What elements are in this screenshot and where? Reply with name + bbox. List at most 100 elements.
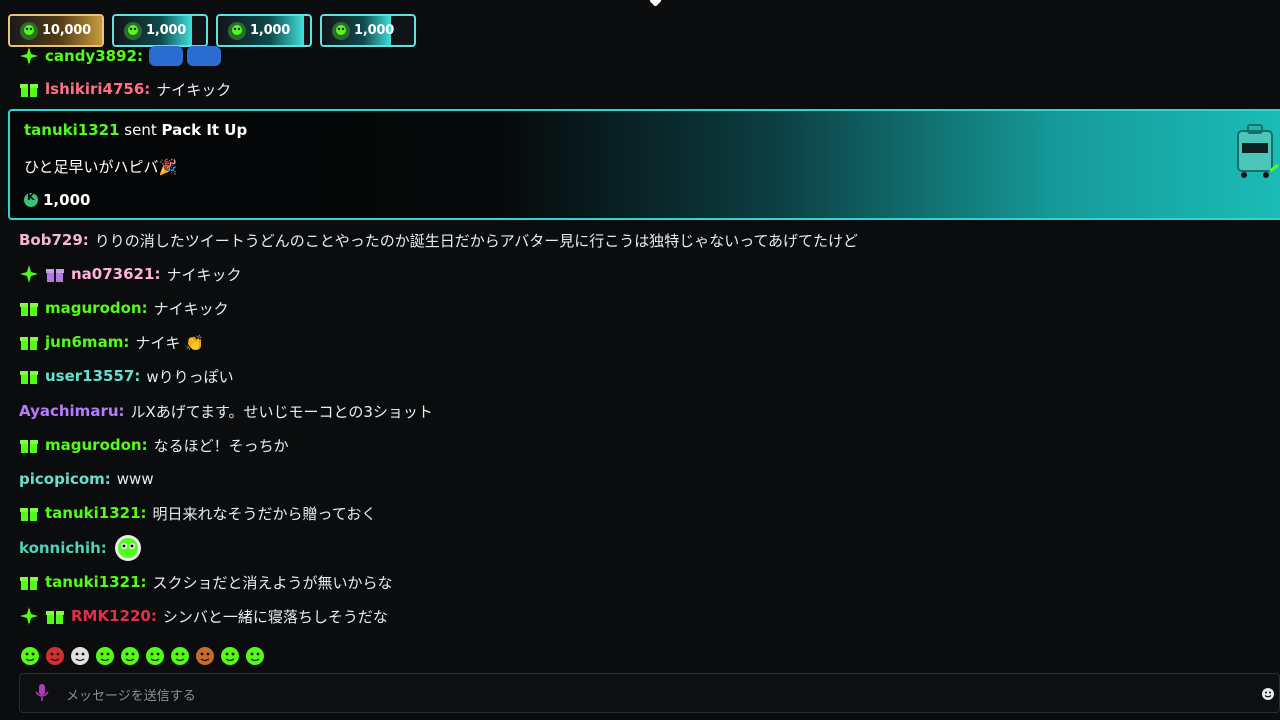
chat-username[interactable]: picopicom [19, 470, 105, 488]
gift-avatar-icon [19, 21, 39, 41]
chat-colon: : [82, 231, 89, 249]
chat-username[interactable]: Bob729 [19, 231, 83, 249]
chat-username[interactable]: tanuki1321 [45, 504, 141, 522]
gift-badge-icon [19, 572, 39, 592]
chat-message: なるほど！そっちか [153, 436, 289, 455]
emote-icon [148, 46, 183, 66]
emote-icon [113, 533, 143, 563]
chat-row: tanuki1321: 明日来れなそうだから贈っておく [19, 499, 376, 527]
emote-shortcut-icon[interactable] [45, 644, 65, 666]
emote-shortcut-icon[interactable] [20, 644, 40, 666]
chat-colon: : [141, 299, 148, 317]
chat-username[interactable]: RMK1220 [71, 607, 151, 625]
chat-message: www [116, 470, 154, 488]
chat-username[interactable]: Ayachimaru [19, 402, 119, 420]
gift-avatar-icon [227, 21, 247, 41]
emoji-picker-icon[interactable] [1261, 686, 1275, 700]
gift-sender[interactable]: tanuki1321 [24, 121, 120, 139]
chat-row: magurodon: ナイキック [19, 294, 229, 322]
chat-colon: : [123, 333, 130, 351]
chat-username[interactable]: magurodon [45, 436, 142, 454]
emote-shortcut-icon[interactable] [145, 644, 165, 666]
gift-badge-icon [19, 298, 39, 318]
gift-badge-icon [19, 332, 39, 352]
chat-colon: : [100, 539, 107, 557]
sparkle-icon [19, 606, 39, 626]
chat-message: ナイキック [156, 80, 232, 99]
suitcase-icon [1230, 121, 1280, 183]
gift-message: ひと足早いがハピバ🎉 [24, 158, 178, 176]
gift-badge-icon [45, 606, 65, 626]
sparkle-icon [19, 264, 39, 284]
chat-colon: : [136, 47, 143, 65]
pinned-gift-3[interactable]: 1,000 [216, 14, 312, 47]
chat-username[interactable]: user13557 [45, 367, 134, 385]
chat-message: ルXあげてます。せいじモーコとの3ショット [130, 402, 433, 421]
emote-shortcut-icon[interactable] [170, 644, 190, 666]
emote-shortcut-icon[interactable] [95, 644, 115, 666]
gift-sent-label: sent [124, 121, 157, 139]
gift-amount: 1,000 [24, 191, 90, 209]
chat-row-partial: candy3892: [19, 42, 221, 70]
chat-colon: : [140, 573, 147, 591]
chat-row: Bob729: りりの消したツイートうどんのことやったのか誕生日だからアバター見に… [19, 226, 858, 254]
chat-colon: : [150, 607, 157, 625]
chat-username[interactable]: na073621 [71, 265, 154, 283]
top-indicator [649, 0, 662, 7]
emote-shortcut-icon[interactable] [245, 644, 265, 666]
chat-input-placeholder: メッセージを送信する [66, 689, 196, 704]
chat-row: na073621: ナイキック [19, 260, 241, 288]
chat-row: Ayachimaru: ルXあげてます。せいじモーコとの3ショット [19, 397, 433, 425]
chat-colon: : [141, 436, 148, 454]
chat-message: wりりっぽい [146, 367, 234, 386]
chat-row: konnichih: [19, 534, 143, 562]
gift-card-header: tanuki1321 sent Pack It Up [24, 121, 247, 139]
chat-row: user13557: wりりっぽい [19, 362, 234, 390]
sparkle-icon [19, 46, 39, 66]
emote-shortcut-icon[interactable] [220, 644, 240, 666]
gift-amount-value: 1,000 [43, 191, 91, 209]
chat-username[interactable]: magurodon [45, 299, 142, 317]
chat-input[interactable]: メッセージを送信する [19, 673, 1280, 713]
kick-coin-icon [24, 192, 38, 207]
gift-avatar-icon [331, 21, 351, 41]
pinned-gift-amount: 1,000 [146, 23, 187, 38]
emote-shortcut-icon[interactable] [120, 644, 140, 666]
chat-colon: : [134, 367, 141, 385]
chat-message: ナイキック [166, 265, 242, 284]
chat-username[interactable]: konnichih [19, 539, 101, 557]
chat-username[interactable]: tanuki1321 [45, 573, 141, 591]
microphone-icon[interactable] [34, 683, 50, 703]
chat-message: スクショだと消えようが無いからな [152, 573, 393, 592]
pinned-gift-amount: 1,000 [250, 23, 291, 38]
gift-badge-icon [45, 264, 65, 284]
gift-item-name: Pack It Up [161, 121, 248, 139]
pinned-gift-4[interactable]: 1,000 [320, 14, 416, 47]
gift-avatar-icon [123, 21, 143, 41]
gift-badge-icon [19, 435, 39, 455]
pinned-gift-amount: 1,000 [354, 23, 395, 38]
chat-row: picopicom: www [19, 465, 154, 493]
chat-colon: : [104, 470, 111, 488]
chat-message: りりの消したツイートうどんのことやったのか誕生日だからアバター見に行こうは独特じ… [94, 231, 859, 250]
chat-message: ナイキック [153, 299, 229, 318]
chat-colon: : [140, 504, 147, 522]
chat-row: tanuki1321: スクショだと消えようが無いからな [19, 568, 393, 596]
gift-highlight-card: tanuki1321 sent Pack It Up ひと足早いがハピバ🎉 1,… [8, 109, 1280, 220]
chat-message: 明日来れなそうだから贈っておく [152, 504, 377, 523]
gift-badge-icon [19, 503, 39, 523]
emote-icon [186, 46, 221, 66]
chat-username[interactable]: lshikiri4756 [45, 80, 144, 98]
emote-shortcut-icon[interactable] [195, 644, 215, 666]
chat-colon: : [118, 402, 125, 420]
chat-username[interactable]: jun6mam [45, 333, 123, 351]
chat-username[interactable]: candy3892 [45, 47, 137, 65]
chat-row: RMK1220: シンバと一緒に寝落ちしそうだな [19, 602, 388, 630]
chat-message: ナイキ 👏 [135, 333, 204, 352]
chat-row: lshikiri4756: ナイキック [19, 75, 231, 103]
emote-shortcut-icon[interactable] [70, 644, 90, 666]
gift-badge-icon [19, 79, 39, 99]
gift-badge-icon [19, 366, 39, 386]
chat-colon: : [144, 80, 151, 98]
pinned-gift-amount: 10,000 [42, 23, 91, 38]
